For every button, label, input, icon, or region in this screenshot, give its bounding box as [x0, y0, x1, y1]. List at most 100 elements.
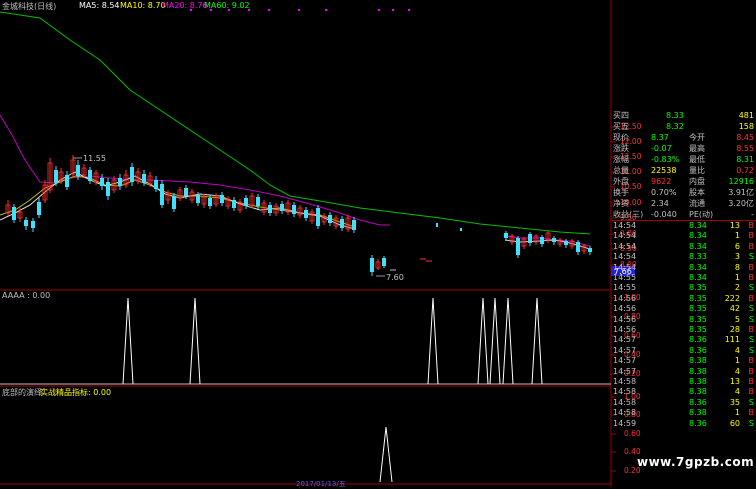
- candle-down: [340, 219, 344, 228]
- quote-value: 481: [738, 111, 754, 120]
- tick-side: B: [748, 387, 755, 397]
- tick-volume: 42: [729, 304, 740, 314]
- tick-time: 14:57: [613, 345, 637, 355]
- tick-volume: 1: [734, 408, 740, 418]
- candle-down: [280, 204, 284, 211]
- tick-volume: 13: [729, 221, 740, 230]
- candle-down: [76, 165, 80, 176]
- indicator1-spike: [477, 297, 489, 385]
- tick-price: 8.35: [689, 304, 707, 314]
- candle-down: [370, 258, 374, 272]
- quote-value: 3.91亿: [728, 188, 754, 197]
- tick-time: 14:56: [613, 325, 637, 334]
- tick-row[interactable]: 14:58 8.38 4 B: [611, 387, 756, 397]
- tick-row[interactable]: 14:55 8.35 2 S: [611, 283, 756, 293]
- low-annotation: 7.60: [386, 273, 404, 282]
- tick-time: 14:57: [613, 356, 637, 366]
- tick-price: 8.36: [689, 397, 707, 407]
- quote-row: 收益(三) -0.040 PE(动) -: [611, 209, 756, 220]
- tick-row[interactable]: 14:54 8.34 8 B: [611, 263, 756, 273]
- quote-row: 现价 8.37 今开 8.45: [611, 132, 756, 143]
- candle-down: [268, 205, 272, 213]
- tick-row[interactable]: 14:57 8.38 1 B: [611, 356, 756, 366]
- date-footer: 2017/01/13/五: [296, 480, 346, 488]
- tick-volume: 1: [734, 231, 740, 241]
- candle-down: [552, 238, 556, 242]
- tick-volume: 35: [729, 397, 740, 407]
- quote-value: -0.040: [651, 210, 677, 219]
- quote-value: 0.72: [736, 166, 754, 175]
- tick-time: 14:56: [613, 293, 637, 303]
- ma5-line: [0, 171, 356, 230]
- quote-value: 22538: [651, 166, 677, 175]
- quote-key: 涨幅: [613, 155, 629, 164]
- candle-down: [304, 210, 308, 218]
- tick-time: 14:56: [613, 304, 637, 314]
- tick-row[interactable]: 14:58 8.38 13 B: [611, 377, 756, 387]
- candle-down: [65, 175, 69, 187]
- tick-row[interactable]: 14:55 8.34 1 B: [611, 273, 756, 283]
- tick-price: 8.34: [689, 273, 707, 282]
- quote-value: 158: [738, 122, 754, 131]
- tick-row[interactable]: 14:54 8.33 3 S: [611, 252, 756, 262]
- quote-row: 换手 0.70% 股本 3.91亿: [611, 187, 756, 198]
- tick-side: S: [748, 397, 754, 407]
- indicator1-spike: [531, 297, 543, 385]
- signal-dot: [298, 9, 300, 11]
- tick-side: B: [748, 408, 755, 418]
- quote-row: 外盘 9622 内盘 12916: [611, 176, 756, 187]
- candle-down: [588, 248, 592, 252]
- tick-price: 8.38: [689, 408, 707, 418]
- tick-price: 8.35: [689, 325, 707, 334]
- quote-value: 8.45: [736, 133, 754, 142]
- signal-dot: [392, 9, 394, 11]
- quote-value: -0.83%: [651, 155, 680, 164]
- tick-row[interactable]: 14:54 8.34 1 B: [611, 231, 756, 241]
- tick-price: 8.34: [689, 221, 707, 230]
- tick-side: S: [748, 418, 754, 428]
- tick-row[interactable]: 14:57 8.36 4 S: [611, 346, 756, 356]
- tick-row[interactable]: 14:59 8.36 60 S: [611, 419, 756, 429]
- tick-side: B: [748, 231, 755, 241]
- tick-volume: 2: [734, 283, 740, 293]
- tick-row[interactable]: 14:56 8.35 222 B: [611, 294, 756, 304]
- tick-price: 8.35: [689, 283, 707, 293]
- tick-row[interactable]: 14:58 8.38 1 B: [611, 408, 756, 418]
- tick-row[interactable]: 14:54 8.34 6 B: [611, 242, 756, 252]
- indicator2-label: 底部的演绎: [2, 388, 42, 397]
- candle-down: [328, 215, 332, 223]
- quote-value: 8.32: [666, 122, 684, 131]
- quote-key: 总量: [613, 166, 629, 175]
- tick-side: B: [748, 221, 755, 230]
- candle-down: [564, 241, 568, 245]
- tick-side: S: [748, 335, 754, 345]
- indicator1-spike: [427, 297, 439, 385]
- signal-dot: [378, 9, 380, 11]
- tick-volume: 4: [734, 366, 740, 376]
- tick-row[interactable]: 14:57 8.38 4 B: [611, 367, 756, 377]
- tick-volume: 6: [734, 241, 740, 251]
- tick-list[interactable]: 14:54 8.34 13 B 14:54 8.34 1 B 14:54 8.34 6 B 14:54 8…: [611, 221, 756, 441]
- tick-row[interactable]: 14:57 8.36 111 S: [611, 335, 756, 345]
- quote-key: 流通: [689, 199, 705, 208]
- tick-volume: 4: [734, 387, 740, 397]
- candle-down: [130, 167, 134, 182]
- ma60-line: [0, 11, 591, 235]
- tick-volume: 5: [734, 314, 740, 324]
- tick-row[interactable]: 14:54 8.34 13 B: [611, 221, 756, 231]
- tick-price: 8.34: [689, 262, 707, 272]
- tick-row[interactable]: 14:58 8.36 35 S: [611, 398, 756, 408]
- tick-row[interactable]: 14:56 8.35 5 S: [611, 315, 756, 325]
- quote-row: 净资 2.34 流通 3.20亿: [611, 198, 756, 209]
- ma5-label: MA5: 8.54: [79, 1, 120, 10]
- tick-price: 8.35: [689, 293, 707, 303]
- tick-row[interactable]: 14:56 8.35 28 B: [611, 325, 756, 335]
- tick-row[interactable]: 14:56 8.35 42 S: [611, 304, 756, 314]
- quote-panel: 买四 8.33 481 买五 8.32 158 现价 8.37 今开 8.45 涨跌 -0.07 最高 8…: [611, 110, 756, 220]
- candle-down: [528, 234, 532, 243]
- candle-down: [31, 221, 35, 228]
- quote-key: PE(动): [689, 210, 714, 219]
- quote-key: 收益(三): [613, 210, 644, 219]
- indicator1-spike: [122, 297, 134, 385]
- tick-price: 8.36: [689, 418, 707, 428]
